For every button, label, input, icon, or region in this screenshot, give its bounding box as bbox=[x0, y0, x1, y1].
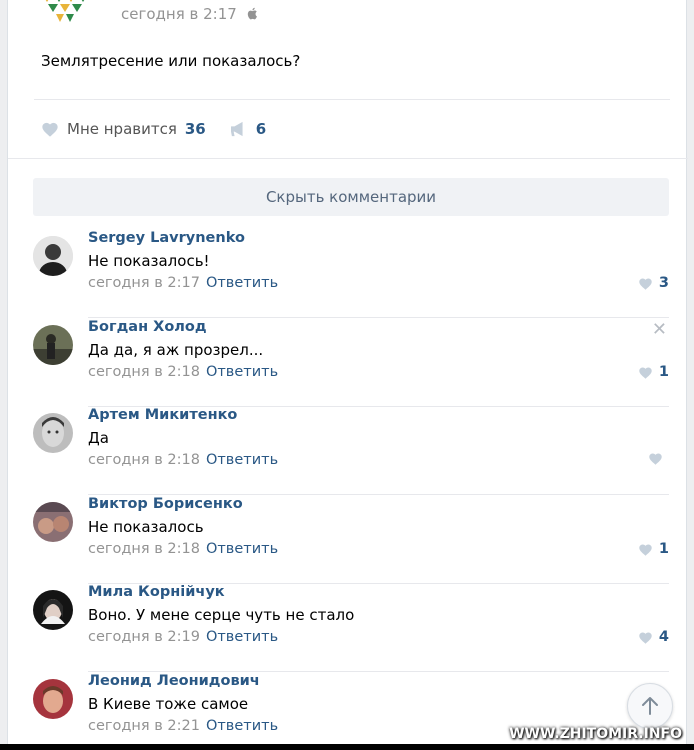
comment-author[interactable]: Мила Корнійчук bbox=[88, 584, 225, 600]
avatar[interactable] bbox=[33, 325, 73, 365]
comment-meta: сегодня в 2:18 Ответить bbox=[88, 541, 278, 557]
comment: Sergey Lavrynenko Не показалось! сегодня… bbox=[33, 230, 669, 318]
watermark: WWW.ZHITOMIR.INFO bbox=[509, 726, 682, 742]
heart-icon bbox=[639, 277, 652, 290]
reply-link[interactable]: Ответить bbox=[206, 718, 278, 734]
reply-link[interactable]: Ответить bbox=[206, 452, 278, 468]
comment-like-button[interactable] bbox=[648, 452, 669, 465]
comment-time[interactable]: сегодня в 2:18 bbox=[88, 364, 200, 380]
comment-author[interactable]: Богдан Холод bbox=[88, 319, 207, 335]
bottom-bar bbox=[0, 744, 694, 750]
avatar[interactable] bbox=[33, 413, 73, 453]
comment-text: Да bbox=[88, 429, 109, 447]
comment: Богдан Холод Да да, я аж прозрел... сего… bbox=[33, 319, 669, 407]
comment-time[interactable]: сегодня в 2:19 bbox=[88, 629, 200, 645]
comment-like-count: 3 bbox=[658, 275, 669, 291]
comment-meta: сегодня в 2:19 Ответить bbox=[88, 629, 278, 645]
comment-author[interactable]: Леонид Леонидович bbox=[88, 673, 260, 689]
hide-comments-button[interactable]: Скрыть комментарии bbox=[33, 178, 669, 216]
heart-icon bbox=[639, 543, 652, 556]
comment-text: Да да, я аж прозрел... bbox=[88, 341, 264, 359]
divider bbox=[88, 317, 669, 318]
comment-meta: сегодня в 2:18 Ответить bbox=[88, 452, 278, 468]
comment: Виктор Борисенко Не показалось сегодня в… bbox=[33, 496, 669, 584]
comment-time[interactable]: сегодня в 2:21 bbox=[88, 718, 200, 734]
comment-time[interactable]: сегодня в 2:18 bbox=[88, 541, 200, 557]
like-label: Мне нравится bbox=[67, 120, 177, 138]
comment-time[interactable]: сегодня в 2:18 bbox=[88, 452, 200, 468]
post-actions: Мне нравится 36 6 bbox=[41, 118, 266, 140]
group-logo[interactable] bbox=[38, 0, 98, 28]
comment: Артем Микитенко Да сегодня в 2:18 Ответит… bbox=[33, 407, 669, 495]
comment-text: В Киеве тоже самое bbox=[88, 695, 249, 713]
apple-icon bbox=[247, 7, 257, 20]
avatar[interactable] bbox=[33, 679, 73, 719]
arrow-up-icon bbox=[642, 697, 658, 715]
divider bbox=[8, 158, 688, 159]
reply-link[interactable]: Ответить bbox=[206, 275, 278, 291]
comment-author[interactable]: Виктор Борисенко bbox=[88, 496, 243, 512]
avatar[interactable] bbox=[33, 236, 73, 276]
reply-link[interactable]: Ответить bbox=[206, 541, 278, 557]
comment-like-button[interactable]: 4 bbox=[638, 629, 669, 645]
like-count: 36 bbox=[184, 120, 206, 138]
post-time[interactable]: сегодня в 2:17 bbox=[121, 5, 258, 23]
comment-meta: сегодня в 2:21 Ответить bbox=[88, 718, 278, 734]
comment-like-button[interactable]: 1 bbox=[638, 541, 669, 557]
divider bbox=[34, 99, 670, 100]
divider bbox=[88, 494, 669, 495]
comment-author[interactable]: Артем Микитенко bbox=[88, 407, 237, 423]
share-count: 6 bbox=[255, 120, 267, 138]
avatar[interactable] bbox=[33, 502, 73, 542]
heart-icon bbox=[639, 366, 652, 379]
like-button[interactable]: Мне нравится 36 bbox=[41, 120, 206, 138]
comment: Мила Корнійчук Воно. У мене серце чуть н… bbox=[33, 584, 669, 672]
comment-like-count: 1 bbox=[658, 541, 669, 557]
heart-icon bbox=[42, 122, 58, 137]
close-icon[interactable]: ✕ bbox=[652, 319, 667, 340]
megaphone-icon bbox=[230, 121, 243, 137]
comment-text: Не показалось bbox=[88, 518, 204, 536]
comment-meta: сегодня в 2:18 Ответить bbox=[88, 364, 278, 380]
comment-like-count: 1 bbox=[658, 364, 669, 380]
avatar[interactable] bbox=[33, 590, 73, 630]
post-text: Землятресение или показалось? bbox=[41, 52, 301, 70]
comment-like-button[interactable]: 3 bbox=[638, 275, 669, 291]
reply-link[interactable]: Ответить bbox=[206, 629, 278, 645]
comment-author[interactable]: Sergey Lavrynenko bbox=[88, 230, 245, 246]
comment-time[interactable]: сегодня в 2:17 bbox=[88, 275, 200, 291]
comment-text: Не показалось! bbox=[88, 252, 210, 270]
heart-icon bbox=[639, 631, 652, 644]
post-time-text: сегодня в 2:17 bbox=[121, 5, 237, 23]
comment-like-count: 4 bbox=[658, 629, 669, 645]
divider bbox=[88, 671, 669, 672]
reply-link[interactable]: Ответить bbox=[206, 364, 278, 380]
scroll-to-top-button[interactable] bbox=[627, 683, 673, 729]
comment-like-button[interactable]: 1 bbox=[638, 364, 669, 380]
comment-text: Воно. У мене серце чуть не стало bbox=[88, 606, 355, 624]
share-button[interactable]: 6 bbox=[230, 120, 266, 138]
comment-meta: сегодня в 2:17 Ответить bbox=[88, 275, 278, 291]
heart-icon bbox=[649, 453, 662, 465]
